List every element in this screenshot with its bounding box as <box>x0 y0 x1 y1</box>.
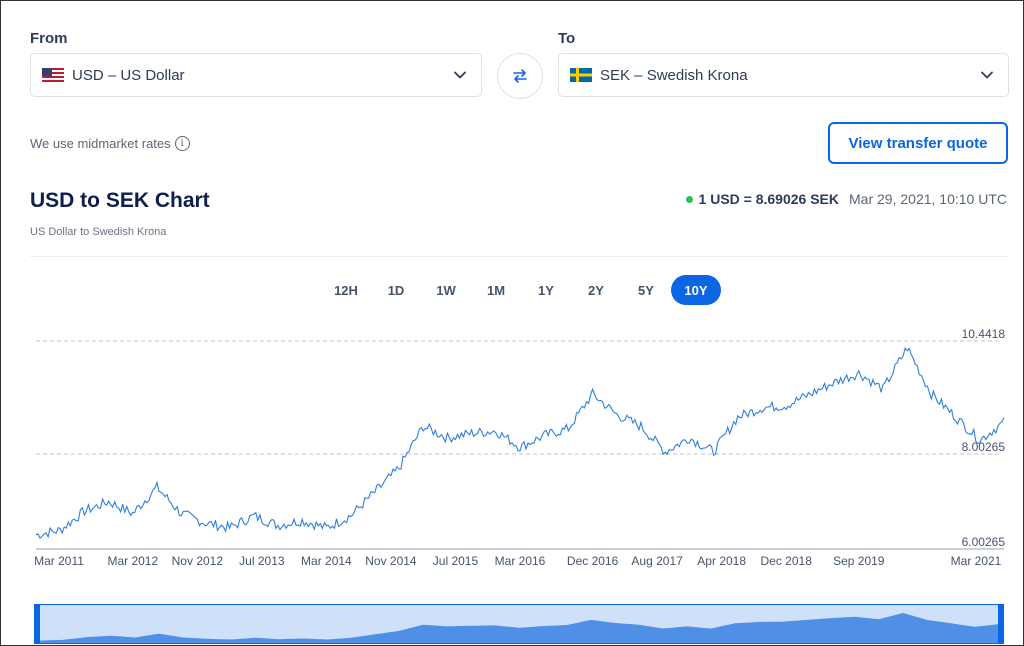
x-tick-label: Mar 2016 <box>494 554 546 568</box>
time-range-tabs: 12H 1D 1W 1M 1Y 2Y 5Y 10Y <box>321 275 721 305</box>
se-flag-icon <box>570 68 592 82</box>
divider <box>30 256 1008 257</box>
current-rate: 1 USD = 8.69026 SEK Mar 29, 2021, 10:10 … <box>685 191 1007 207</box>
x-tick-label: Jul 2015 <box>432 554 479 568</box>
midmarket-rates-note: We use midmarket rates i <box>30 136 190 151</box>
current-rate-date: Mar 29, 2021, 10:10 UTC <box>849 191 1007 207</box>
rates-note-text: We use midmarket rates <box>30 136 171 151</box>
to-label: To <box>558 30 576 47</box>
x-tick-label: Apr 2018 <box>697 554 747 568</box>
swap-currencies-button[interactable] <box>497 53 543 99</box>
range-tab-1y[interactable]: 1Y <box>521 275 571 305</box>
y-tick-label: 8.00265 <box>961 440 1005 454</box>
range-tab-2y[interactable]: 2Y <box>571 275 621 305</box>
currency-converter-panel: From USD – US Dollar To SEK – Swedish Kr… <box>0 0 1024 646</box>
navigator-handle[interactable] <box>998 604 1004 644</box>
swap-icon <box>513 69 527 83</box>
range-tab-5y[interactable]: 5Y <box>621 275 671 305</box>
current-rate-value: 1 USD = 8.69026 SEK <box>698 191 840 207</box>
rate-line-chart[interactable] <box>1 321 1024 561</box>
range-tab-1w[interactable]: 1W <box>421 275 471 305</box>
x-tick-label: Nov 2012 <box>171 554 224 568</box>
navigator-handle[interactable] <box>34 604 40 644</box>
from-currency-select[interactable]: USD – US Dollar <box>30 53 482 97</box>
range-tab-12h[interactable]: 12H <box>321 275 371 305</box>
y-tick-label: 10.4418 <box>961 327 1005 341</box>
info-icon[interactable]: i <box>174 136 190 151</box>
to-currency-value: SEK – Swedish Krona <box>600 66 748 84</box>
x-tick-label: Nov 2014 <box>365 554 417 568</box>
x-tick-label: Mar 2021 <box>950 554 1002 568</box>
from-currency-value: USD – US Dollar <box>72 66 185 84</box>
series-line <box>35 346 1005 539</box>
chart-title: USD to SEK Chart <box>30 189 210 212</box>
x-tick-label: Jul 2013 <box>239 554 285 568</box>
range-tab-1d[interactable]: 1D <box>371 275 421 305</box>
range-tab-10y[interactable]: 10Y <box>671 275 721 305</box>
range-tab-1m[interactable]: 1M <box>471 275 521 305</box>
x-tick-label: Dec 2018 <box>760 554 812 568</box>
x-tick-label: Dec 2016 <box>566 554 619 568</box>
y-tick-label: 6.00265 <box>961 535 1005 549</box>
x-tick-label: Sep 2019 <box>833 554 885 568</box>
chart-navigator[interactable] <box>34 604 1004 644</box>
view-transfer-quote-button[interactable]: View transfer quote <box>828 122 1008 164</box>
to-currency-select[interactable]: SEK – Swedish Krona <box>558 53 1009 97</box>
x-tick-label: Mar 2011 <box>34 554 84 568</box>
chevron-down-icon <box>454 71 466 79</box>
chart-subtitle: US Dollar to Swedish Krona <box>30 226 167 238</box>
x-tick-label: Mar 2012 <box>107 554 159 568</box>
live-dot-icon <box>685 195 693 203</box>
from-label: From <box>30 30 68 47</box>
x-tick-label: Aug 2017 <box>631 554 683 568</box>
x-tick-label: Mar 2014 <box>301 554 352 568</box>
chevron-down-icon <box>981 71 993 79</box>
us-flag-icon <box>42 68 64 82</box>
